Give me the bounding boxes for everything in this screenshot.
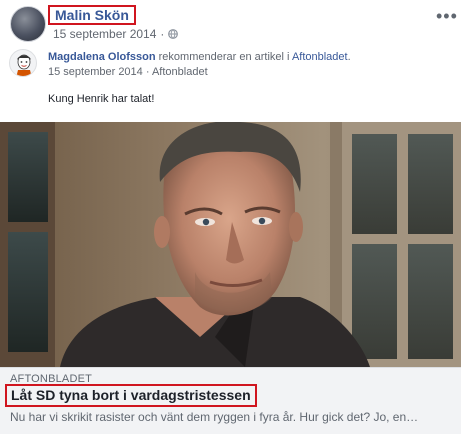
headline-highlight: Låt SD tyna bort i vardagstristessen: [5, 384, 257, 407]
post-timestamp: 15 september 2014 ·: [53, 27, 179, 41]
post-date-link[interactable]: 15 september 2014: [53, 27, 156, 41]
article-headline[interactable]: Låt SD tyna bort i vardagstristessen: [11, 387, 251, 404]
sharer-name-link[interactable]: Magdalena Olofsson: [48, 51, 156, 63]
article-summary: Nu har vi skrikit rasister och vänt dem …: [10, 410, 419, 424]
article-image[interactable]: [0, 122, 461, 367]
author-name-highlight: Malin Skön: [48, 5, 136, 25]
article-link-preview[interactable]: AFTONBLADET Låt SD tyna bort i vardagstr…: [0, 367, 461, 434]
share-source[interactable]: Aftonbladet: [152, 66, 208, 78]
post-comment: Kung Henrik har talat!: [48, 93, 155, 105]
sharer-avatar[interactable]: [9, 49, 37, 77]
share-action-text: rekommenderar en artikel i: [158, 51, 290, 63]
more-options-icon[interactable]: •••: [436, 7, 458, 25]
globe-icon[interactable]: [168, 29, 179, 39]
share-meta: 15 september 2014 · Aftonbladet: [48, 66, 208, 79]
facebook-post-card: Malin Skön 15 september 2014 · ••• Magda…: [0, 0, 461, 434]
publication-link[interactable]: Aftonbladet: [292, 51, 348, 63]
share-trailing: .: [347, 51, 351, 63]
author-name-link[interactable]: Malin Skön: [55, 7, 129, 23]
cartoon-face-icon: [16, 54, 32, 76]
share-activity-line: Magdalena Olofsson rekommenderar en arti…: [48, 51, 351, 64]
portrait-photo: [0, 122, 461, 367]
separator-dot: ·: [160, 27, 165, 41]
author-avatar[interactable]: [10, 6, 46, 42]
share-separator: ·: [142, 66, 152, 78]
share-date[interactable]: 15 september 2014: [48, 66, 143, 78]
